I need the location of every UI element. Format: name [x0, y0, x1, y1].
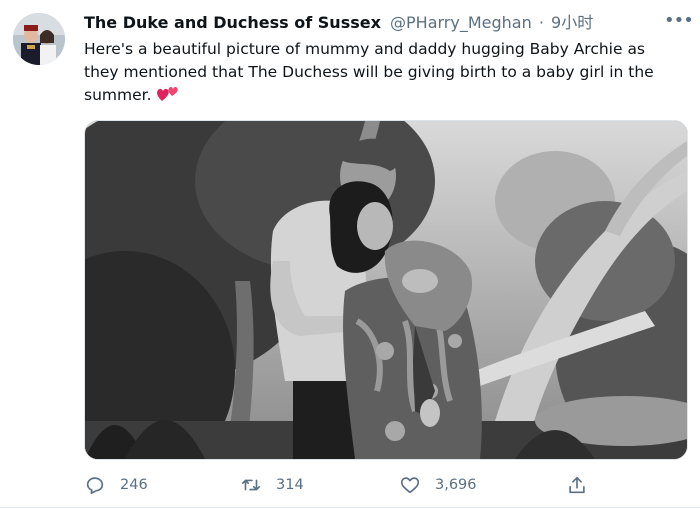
author-name[interactable]: The Duke and Duchess of Sussex — [84, 13, 381, 32]
retweet-button[interactable]: 314 — [240, 468, 304, 502]
share-button[interactable] — [566, 468, 588, 502]
tweet-header: The Duke and Duchess of Sussex @PHarry_M… — [84, 12, 664, 34]
heart-icon — [400, 477, 420, 494]
reply-button[interactable]: 246 — [84, 468, 148, 502]
author-handle[interactable]: @PHarry_Meghan — [390, 13, 532, 32]
more-options-button[interactable]: ••• — [664, 12, 694, 34]
share-icon — [569, 476, 585, 494]
reply-icon — [86, 477, 104, 495]
family-photo-image — [85, 121, 687, 459]
retweet-count: 314 — [276, 477, 304, 493]
tweet-actions: 246 314 3,696 — [84, 468, 684, 502]
avatar[interactable] — [13, 13, 65, 65]
tweet-card[interactable]: The Duke and Duchess of Sussex @PHarry_M… — [0, 0, 700, 508]
like-count: 3,696 — [435, 477, 477, 493]
like-button[interactable]: 3,696 — [399, 468, 477, 502]
two-hearts-icon — [157, 86, 179, 101]
avatar-photo — [13, 13, 65, 65]
tweet-photo[interactable] — [84, 120, 688, 460]
separator-dot: · — [538, 13, 544, 32]
timestamp[interactable]: 9小时 — [551, 13, 593, 32]
retweet-icon — [241, 479, 261, 491]
tweet-text: Here's a beautiful picture of mummy and … — [84, 38, 684, 107]
reply-count: 246 — [120, 477, 148, 493]
more-icon: ••• — [664, 10, 694, 31]
